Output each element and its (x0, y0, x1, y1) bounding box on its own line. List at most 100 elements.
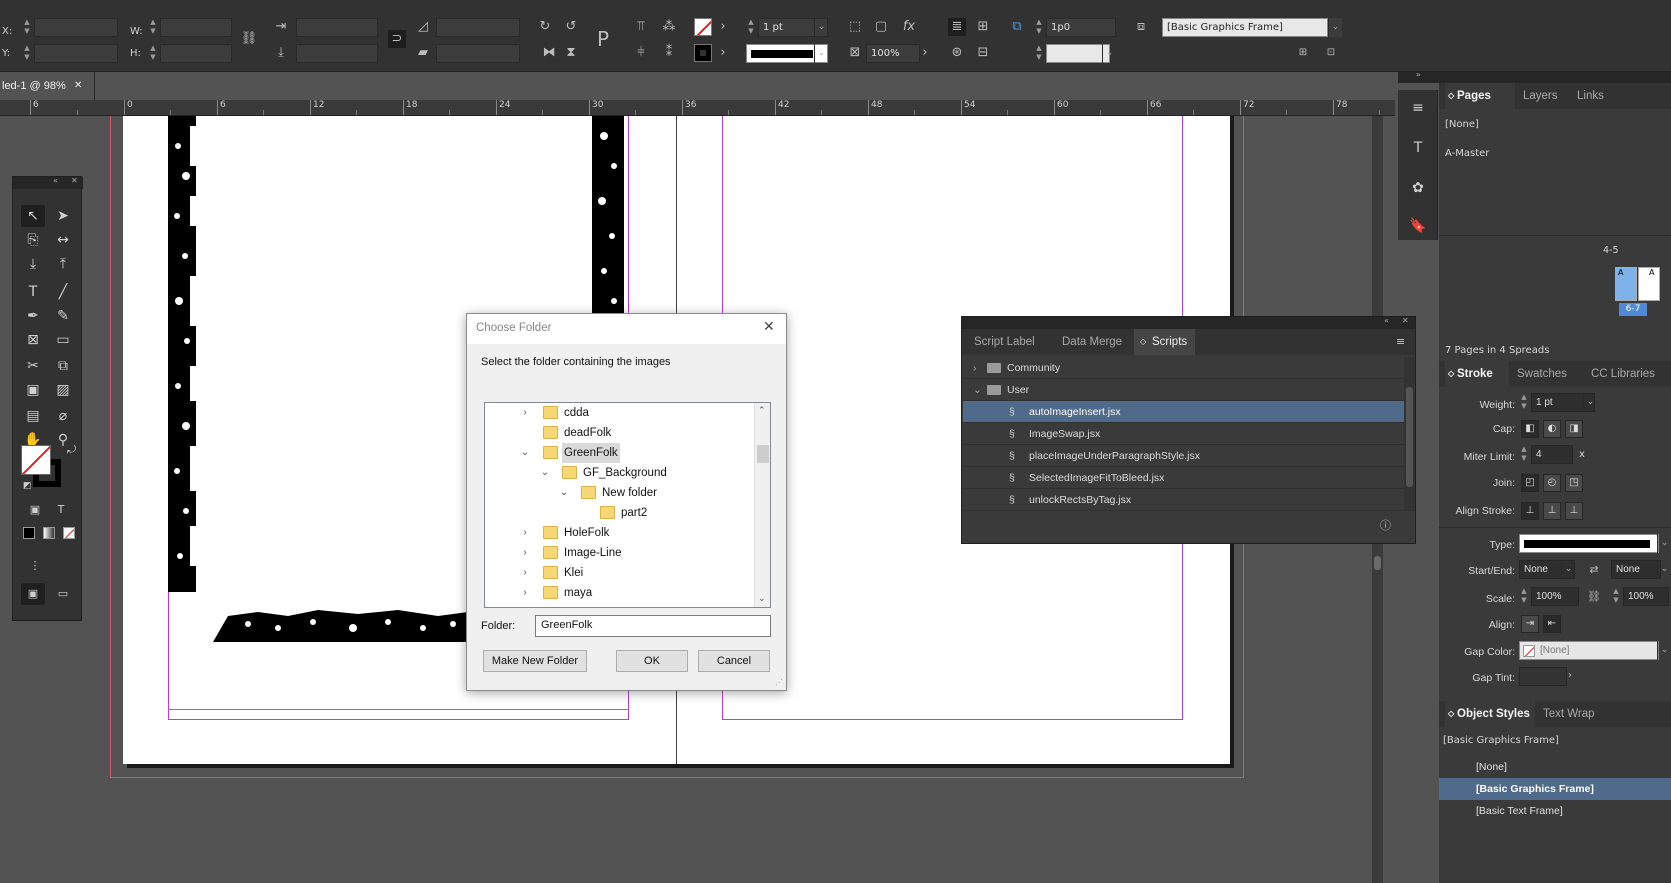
tab-links[interactable]: Links (1577, 83, 1604, 109)
make-new-folder-button[interactable]: Make New Folder (483, 650, 587, 672)
script-item[interactable]: § ImageSwap.jsx (963, 423, 1404, 445)
tree-item[interactable]: ⌄ New folder (485, 483, 755, 503)
gap-tool-icon[interactable]: ↔ (51, 229, 75, 251)
gap-tint-arrow-icon[interactable]: › (1563, 667, 1577, 685)
script-item[interactable]: § SelectedImageFitToBleed.jsx (963, 467, 1404, 489)
align-top-icon[interactable]: ⫪ (632, 18, 650, 36)
style-options-icon[interactable]: ⊡ (1322, 44, 1340, 62)
swap-fill-stroke-icon[interactable]: ⤾ (67, 443, 76, 457)
join-bevel-icon[interactable]: ◳ (1565, 474, 1583, 492)
offset-stepper[interactable]: ▲ ▼ (1034, 18, 1044, 37)
gradient-feather-tool-icon[interactable]: ▨ (51, 379, 75, 401)
info-icon[interactable]: ⓘ (1380, 517, 1391, 533)
w-field[interactable] (160, 18, 232, 37)
line-tool-icon[interactable]: ╱ (51, 281, 75, 303)
preview-mode-icon[interactable]: ▭ (51, 583, 75, 605)
ok-button[interactable]: OK (616, 650, 688, 672)
formatting-text-icon[interactable]: T (49, 499, 73, 521)
tab-script-label[interactable]: Script Label (966, 329, 1043, 355)
stroke-type-field[interactable] (1519, 534, 1659, 553)
scale-start-field[interactable]: 100% (1531, 587, 1579, 606)
x-stepper[interactable]: ▲ ▼ (22, 18, 32, 37)
script-folder-community[interactable]: › Community (963, 357, 1404, 379)
wrap-jump-icon[interactable]: ⊟ (974, 44, 992, 62)
tab-layers[interactable]: Layers (1523, 83, 1558, 109)
content-placer-icon[interactable]: ⤒ (51, 253, 75, 275)
link-scale-icon[interactable]: ⛓ (1585, 588, 1603, 606)
end-field[interactable]: None (1611, 560, 1661, 579)
reference-point-icon[interactable]: ⧉ (1008, 18, 1026, 36)
selection-tool-icon[interactable]: ↖ (21, 205, 45, 227)
cancel-button[interactable]: Cancel (698, 650, 770, 672)
offset-field[interactable]: 1p0 (1046, 18, 1116, 37)
scripts-scrollbar[interactable] (1404, 357, 1415, 511)
align-bottom-icon[interactable]: ⁑ (660, 44, 678, 62)
script-item[interactable]: § placeImageUnderParagraphStyle.jsx (963, 445, 1404, 467)
dialog-close-icon[interactable]: ✕ (763, 318, 775, 335)
cap-square-icon[interactable]: ◨ (1565, 420, 1583, 438)
pencil-tool-icon[interactable]: ✎ (51, 305, 75, 327)
fill-proxy[interactable] (21, 445, 51, 475)
collapse-icon[interactable]: « (53, 176, 58, 185)
collapse-chevron-icon[interactable]: ⌄ (973, 379, 982, 401)
collapse-chevron-icon[interactable]: ⌄ (519, 443, 531, 463)
expand-chevron-icon[interactable]: › (519, 583, 531, 603)
script-item[interactable]: § unlockRectsByTag.jsx (963, 489, 1404, 511)
rotate-ccw-icon[interactable]: ↺ (562, 18, 580, 36)
w-stepper[interactable]: ▲ ▼ (148, 18, 158, 37)
join-miter-icon[interactable]: ◰ (1521, 474, 1539, 492)
stroke-weight-dropdown[interactable]: ⌄ (814, 18, 828, 37)
script-item-selected[interactable]: § autoImageInsert.jsx (963, 401, 1404, 423)
tab-stroke[interactable]: ◇ Stroke (1445, 361, 1509, 387)
align-outside-icon[interactable]: ⊥ (1565, 502, 1583, 520)
fill-dropdown-icon[interactable]: › (716, 18, 730, 36)
tab-pages[interactable]: ◇ Pages (1445, 83, 1515, 109)
start-dropdown[interactable]: ⌄ (1561, 560, 1575, 579)
object-style-dropdown[interactable]: ⌄ (1328, 18, 1342, 37)
page-thumbnail[interactable]: A (1638, 267, 1660, 301)
distribute-icon[interactable]: ⁂ (660, 18, 678, 36)
scroll-thumb[interactable] (757, 445, 769, 463)
flip-vertical-icon[interactable]: ⧗ (562, 44, 580, 62)
frame-fitting-icon[interactable]: ⬚ (846, 18, 864, 36)
tab-data-merge[interactable]: Data Merge (1054, 329, 1130, 355)
scroll-up-icon[interactable]: ⌃ (758, 405, 766, 416)
link-scale-icon[interactable]: ⊃ (388, 30, 406, 48)
tab-scripts[interactable]: ◇ Scripts (1134, 329, 1196, 355)
rotate-cw-icon[interactable]: ↻ (536, 18, 554, 36)
tab-text-wrap[interactable]: Text Wrap (1543, 701, 1595, 727)
y-field[interactable] (34, 44, 118, 63)
gap-color-dropdown[interactable]: ⌄ (1102, 44, 1116, 63)
object-style-field[interactable]: [Basic Graphics Frame] (1162, 18, 1328, 37)
rotate-field[interactable] (436, 18, 520, 37)
screen-mode-icon[interactable]: ⋮ (23, 555, 47, 577)
tab-object-styles[interactable]: ◇ Object Styles (1445, 701, 1535, 727)
apply-gradient-icon[interactable] (43, 527, 55, 539)
tree-item[interactable]: deadFolk (485, 423, 755, 443)
master-a[interactable]: A-Master (1445, 148, 1489, 159)
opacity-field[interactable]: 100% (866, 44, 920, 63)
constrain-proportions-icon[interactable]: ⛓ (240, 30, 258, 48)
shear-field[interactable] (436, 44, 520, 63)
apply-none-icon[interactable] (63, 527, 75, 539)
character-icon[interactable]: T (1408, 138, 1428, 158)
tree-item-selected[interactable]: ⌄ GreenFolk (485, 443, 755, 463)
weight-stepper[interactable]: ▲ ▼ (1519, 393, 1529, 412)
apply-color-icon[interactable] (23, 527, 35, 539)
effects-fx-icon[interactable]: fx (900, 18, 918, 36)
document-tab[interactable]: led-1 @ 98% ✕ (0, 72, 95, 100)
tab-swatches[interactable]: Swatches (1517, 361, 1567, 387)
object-style-item[interactable]: [Basic Text Frame] (1439, 800, 1671, 822)
page-tool-icon[interactable]: ⎘ (21, 229, 45, 251)
horizontal-ruler[interactable]: 6 0 6 12 18 24 30 36 42 48 54 60 66 72 7… (0, 100, 1395, 116)
tab-cc-libraries[interactable]: CC Libraries (1591, 361, 1655, 387)
scale-x-field[interactable] (296, 18, 378, 37)
formatting-container-icon[interactable]: ▣ (23, 499, 47, 521)
gap-color-field[interactable] (1046, 44, 1110, 63)
align-middle-icon[interactable]: ⫩ (632, 44, 650, 62)
tools-panel[interactable]: « ✕ ↖ ➤ ⎘ ↔ ⤓ ⤒ T ╱ ✒ ✎ ⊠ ▭ ✂ ⧉ ▣ ▨ ▤ ⌀ … (12, 176, 83, 621)
scale-end-stepper[interactable]: ▲ ▼ (1611, 587, 1621, 606)
gradient-swatch-tool-icon[interactable]: ▣ (21, 379, 45, 401)
stroke-swatch[interactable] (694, 44, 712, 62)
opacity-dropdown-icon[interactable]: › (918, 44, 932, 62)
